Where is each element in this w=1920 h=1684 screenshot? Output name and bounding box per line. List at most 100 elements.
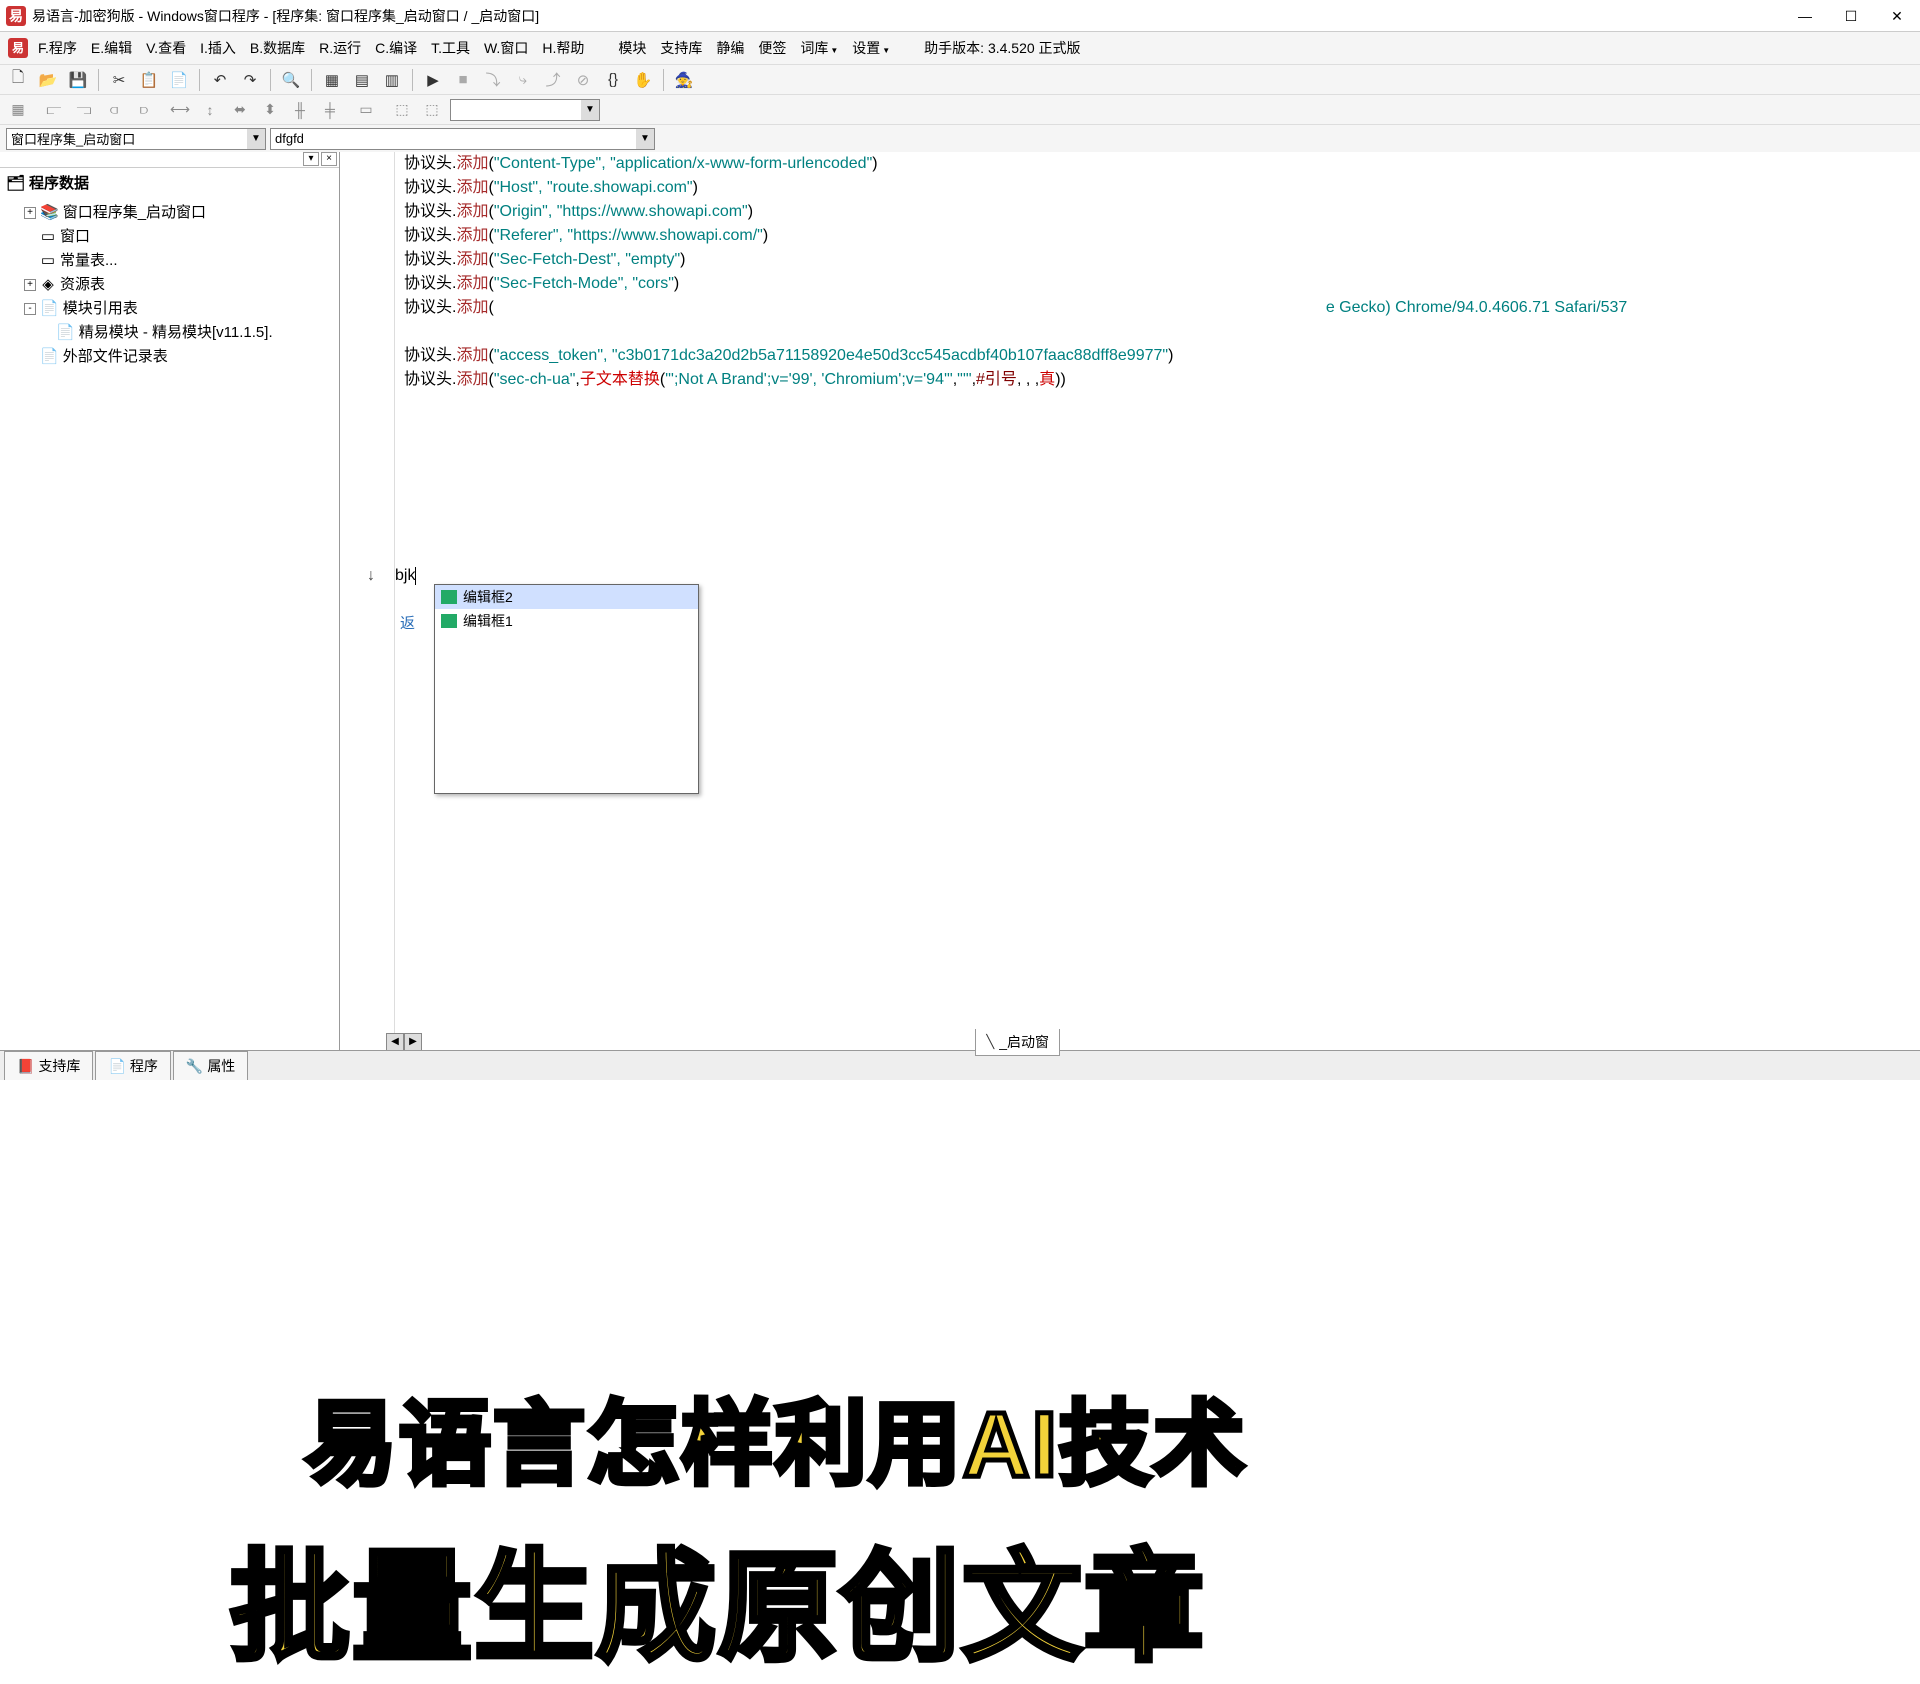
bottom-tabs: 📕支持库 📄程序 🔧属性 ╲ _启动窗 [0, 1050, 1920, 1080]
code-line[interactable]: 协议头.添加 ("Sec-Fetch-Mode", "cors") [404, 272, 1920, 296]
layout3-icon[interactable]: ▥ [380, 68, 404, 92]
member-combo[interactable]: dfgfd▼ [270, 128, 655, 150]
design-combo[interactable]: ▼ [450, 99, 600, 121]
sidebar-close-icon[interactable]: × [321, 152, 337, 166]
tree-node[interactable]: +📚窗口程序集_启动窗口 [8, 201, 331, 225]
tab-props[interactable]: 🔧属性 [173, 1051, 248, 1080]
tree-node[interactable]: 📄精易模块 - 精易模块[v11.1.5]. [8, 321, 331, 345]
editor-hscroll[interactable]: ◀ ▶ [386, 1033, 422, 1050]
code-line[interactable]: 协议头.添加 ("Referer", "https://www.showapi.… [404, 224, 1920, 248]
new-icon[interactable]: 🗋 [6, 68, 30, 92]
menubar: 易 F.程序 E.编辑 V.查看 I.插入 B.数据库 R.运行 C.编译 T.… [0, 32, 1920, 64]
scroll-left-icon[interactable]: ◀ [386, 1033, 404, 1050]
layout1-icon[interactable]: ▦ [320, 68, 344, 92]
center-v-icon: ╪ [318, 98, 342, 122]
menu-static[interactable]: 静编 [716, 38, 744, 58]
break-icon[interactable]: ⊘ [571, 68, 595, 92]
hand-icon[interactable]: ✋ [631, 68, 655, 92]
paste-icon[interactable]: 📄 [167, 68, 191, 92]
menu-tools[interactable]: T.工具 [431, 38, 470, 58]
undo-icon[interactable]: ↶ [208, 68, 232, 92]
menu-support[interactable]: 支持库 [660, 38, 702, 58]
step-over-icon[interactable]: ⤵ [481, 68, 505, 92]
book-icon: 📕 [17, 1058, 34, 1075]
menu-help[interactable]: H.帮助 [542, 38, 584, 58]
tree-node[interactable]: +◈资源表 [8, 273, 331, 297]
run-icon[interactable]: ▶ [421, 68, 445, 92]
ac-item[interactable]: 编辑框1 [435, 609, 698, 633]
code-line[interactable]: 协议头.添加 ("access_token", "c3b0171dc3a20d2… [404, 344, 1920, 368]
code-editor[interactable]: 协议头.添加 ("Content-Type", "application/x-w… [340, 152, 1920, 1050]
save-icon[interactable]: 💾 [66, 68, 90, 92]
tab-program[interactable]: 📄程序 [95, 1051, 170, 1080]
return-label: 返 [400, 612, 415, 633]
tab-prev-icon[interactable]: ╲ [986, 1034, 994, 1050]
toolbar-main: 🗋 📂 💾 ✂ 📋 📄 ↶ ↷ 🔍 ▦ ▤ ▥ ▶ ■ ⤵ ⤷ ⤴ ⊘ {} ✋… [0, 64, 1920, 94]
props-icon: 🔧 [186, 1058, 203, 1075]
close-button[interactable]: ✕ [1874, 0, 1920, 32]
node-label: 窗口程序集_启动窗口 [63, 201, 206, 225]
expand-icon[interactable]: + [24, 207, 36, 219]
node-label: 资源表 [60, 273, 105, 297]
open-icon[interactable]: 📂 [36, 68, 60, 92]
redo-icon[interactable]: ↷ [238, 68, 262, 92]
dist-h-icon: ⟷ [168, 98, 192, 122]
menu-window[interactable]: W.窗口 [484, 38, 528, 58]
stop-icon[interactable]: ■ [451, 68, 475, 92]
code-line[interactable]: 协议头.添加 ("Host", "route.showapi.com") [404, 176, 1920, 200]
overlay-line2: 批量生成原创文章 [230, 1510, 1206, 1684]
app-icon: 易 [6, 6, 26, 26]
same-h-icon: ⬍ [258, 98, 282, 122]
version-label: 助手版本: 3.4.520 正式版 [924, 38, 1080, 58]
braces-icon[interactable]: {} [601, 68, 625, 92]
maximize-button[interactable]: ☐ [1828, 0, 1874, 32]
code-line[interactable]: 协议头.添加 ("Origin", "https://www.showapi.c… [404, 200, 1920, 224]
input-text[interactable]: bjk [395, 567, 415, 585]
find-icon[interactable]: 🔍 [279, 68, 303, 92]
menu-compile[interactable]: C.编译 [375, 38, 417, 58]
autocomplete-popup: 编辑框2 编辑框1 [434, 584, 699, 794]
align-b-icon: ⫐ [132, 98, 156, 122]
code-line[interactable]: 协议头.添加 ("Sec-Fetch-Dest", "empty") [404, 248, 1920, 272]
node-label: 精易模块 - 精易模块[v11.1.5]. [79, 321, 273, 345]
tree-node[interactable]: -📄模块引用表 [8, 297, 331, 321]
step-out-icon[interactable]: ⤴ [541, 68, 565, 92]
code-line[interactable]: 协议头.添加 ("Content-Type", "application/x-w… [404, 152, 1920, 176]
menu-run[interactable]: R.运行 [319, 38, 361, 58]
tree-node[interactable]: ▭常量表... [8, 249, 331, 273]
scroll-right-icon[interactable]: ▶ [404, 1033, 422, 1050]
wizard-icon[interactable]: 🧙 [672, 68, 696, 92]
step-into-icon[interactable]: ⤷ [511, 68, 535, 92]
tree-header-icon: 🗂 [6, 174, 25, 192]
menu-app-icon: 易 [8, 38, 28, 58]
code-line[interactable]: 协议头.添加 ("sec-ch-ua", 子文本替换 ("';Not A Bra… [404, 368, 1920, 392]
node-icon: ▭ [40, 249, 56, 273]
ac-item[interactable]: 编辑框2 [435, 585, 698, 609]
navbar: 窗口程序集_启动窗口▼ dfgfd▼ [0, 124, 1920, 152]
layout2-icon[interactable]: ▤ [350, 68, 374, 92]
text-cursor [415, 567, 416, 585]
editor-tab[interactable]: ╲ _启动窗 [975, 1029, 1060, 1056]
sidebar-pin-icon[interactable]: ▾ [303, 152, 319, 166]
tree-node[interactable]: 📄外部文件记录表 [8, 345, 331, 369]
menu-view[interactable]: V.查看 [146, 38, 186, 58]
expand-icon[interactable]: + [24, 279, 36, 291]
menu-note[interactable]: 便签 [758, 38, 786, 58]
grid-icon[interactable]: ▦ [6, 98, 30, 122]
minimize-button[interactable]: — [1782, 0, 1828, 32]
scope-combo[interactable]: 窗口程序集_启动窗口▼ [6, 128, 266, 150]
menu-module[interactable]: 模块 [618, 38, 646, 58]
group-icon: ▭ [354, 98, 378, 122]
menu-insert[interactable]: I.插入 [200, 38, 236, 58]
menu-dict[interactable]: 词库 [800, 38, 838, 58]
tab-support[interactable]: 📕支持库 [4, 1051, 93, 1080]
copy-icon[interactable]: 📋 [137, 68, 161, 92]
expand-icon[interactable]: - [24, 303, 36, 315]
menu-database[interactable]: B.数据库 [250, 38, 305, 58]
menu-settings[interactable]: 设置 [852, 38, 890, 58]
tree-node[interactable]: ▭窗口 [8, 225, 331, 249]
menu-edit[interactable]: E.编辑 [91, 38, 132, 58]
menu-program[interactable]: F.程序 [38, 38, 77, 58]
cut-icon[interactable]: ✂ [107, 68, 131, 92]
code-line[interactable]: 协议头.添加 (xxxxxxxxxxxxxxxxxxxxxxxxxxxxxxxx… [404, 296, 1920, 320]
